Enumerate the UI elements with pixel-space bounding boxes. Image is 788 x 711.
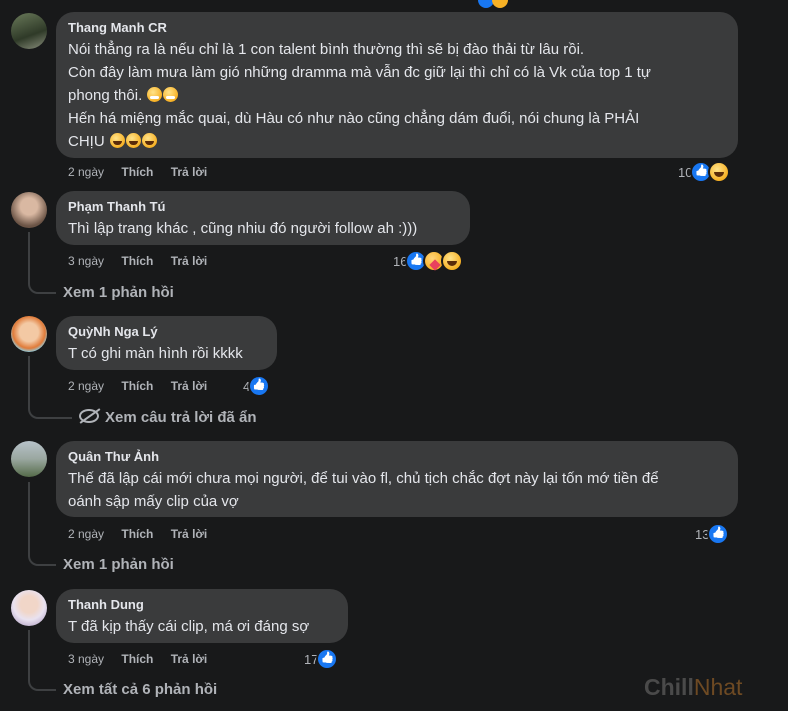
view-hidden-replies-link[interactable]: Xem câu trả lời đã ẩn bbox=[79, 409, 257, 426]
reply-button[interactable]: Trả lời bbox=[171, 379, 208, 393]
avatar[interactable] bbox=[11, 316, 47, 352]
comment-bubble: QuỳNh Nga Lý T có ghi màn hình rồi kkkk bbox=[56, 316, 277, 370]
previous-comment-reactions[interactable] bbox=[478, 0, 518, 8]
rofl-emoji-icon bbox=[109, 133, 125, 148]
reply-button[interactable]: Trả lời bbox=[171, 254, 208, 268]
thread-connector bbox=[28, 232, 56, 294]
haha-reaction-icon bbox=[708, 161, 731, 183]
comment-author[interactable]: QuỳNh Nga Lý bbox=[68, 324, 265, 340]
avatar[interactable] bbox=[11, 441, 47, 477]
reaction-summary[interactable]: 10 bbox=[678, 161, 731, 183]
comment-actions: 2 ngày Thích Trả lời bbox=[68, 379, 221, 393]
comment-time[interactable]: 3 ngày bbox=[68, 254, 104, 268]
comment-author[interactable]: Quân Thư Ảnh bbox=[68, 449, 726, 465]
view-replies-link[interactable]: Xem 1 phản hồi bbox=[63, 556, 174, 573]
like-button[interactable]: Thích bbox=[121, 165, 153, 179]
comment-text: T đã kịp thấy cái clip, má ơi đáng sợ bbox=[68, 615, 336, 638]
reply-button[interactable]: Trả lời bbox=[171, 165, 208, 179]
like-reaction-icon bbox=[316, 648, 339, 670]
comment-line: Còn đây làm mưa làm gió những dramma mà … bbox=[68, 64, 651, 81]
reaction-summary[interactable]: 4 bbox=[243, 375, 271, 397]
view-hidden-replies-label: Xem câu trả lời đã ẩn bbox=[105, 409, 257, 426]
rofl-emoji-icon bbox=[141, 133, 157, 148]
comment-line: Thì lập trang khác , cũng nhiu đó người … bbox=[68, 220, 418, 237]
comment-author[interactable]: Thang Manh CR bbox=[68, 20, 726, 36]
thread-connector bbox=[28, 630, 56, 691]
comment-author[interactable]: Thanh Dung bbox=[68, 597, 336, 613]
comment-line: CHỊU bbox=[68, 130, 726, 153]
comment-text: Thì lập trang khác , cũng nhiu đó người … bbox=[68, 217, 458, 240]
like-button[interactable]: Thích bbox=[121, 379, 153, 393]
watermark-part2: Nhat bbox=[693, 674, 743, 700]
watermark-logo: ChillNhat bbox=[644, 674, 742, 701]
comment-text: T có ghi màn hình rồi kkkk bbox=[68, 342, 265, 365]
comment-line: oánh sập mấy clip của vợ bbox=[68, 493, 239, 510]
comment-actions: 3 ngày Thích Trả lời bbox=[68, 254, 221, 268]
comment-time[interactable]: 2 ngày bbox=[68, 379, 104, 393]
like-reaction-icon bbox=[707, 523, 730, 545]
comment-line: Hến há miệng mắc quai, dù Hàu có như nào… bbox=[68, 110, 640, 127]
comment-line: Thế đã lập cái mới chưa mọi người, để tu… bbox=[68, 470, 659, 487]
like-button[interactable]: Thích bbox=[121, 254, 153, 268]
rofl-emoji-icon bbox=[125, 133, 141, 148]
comment-line-text: CHỊU bbox=[68, 133, 105, 150]
like-button[interactable]: Thích bbox=[121, 652, 153, 666]
reply-button[interactable]: Trả lời bbox=[171, 652, 208, 666]
comment-line: Nói thẳng ra là nếu chỉ là 1 con talent … bbox=[68, 41, 585, 58]
view-all-replies-link[interactable]: Xem tất cả 6 phản hồi bbox=[63, 681, 217, 698]
comment-time[interactable]: 2 ngày bbox=[68, 527, 104, 541]
grin-emoji-icon bbox=[163, 87, 179, 102]
comment-bubble: Thang Manh CR Nói thẳng ra là nếu chỉ là… bbox=[56, 12, 738, 158]
haha-reaction-icon bbox=[492, 0, 508, 8]
comment-actions: 2 ngày Thích Trả lời bbox=[68, 165, 221, 179]
comment-time[interactable]: 3 ngày bbox=[68, 652, 104, 666]
thread-connector bbox=[28, 356, 72, 419]
comment-author[interactable]: Phạm Thanh Tú bbox=[68, 199, 458, 215]
avatar[interactable] bbox=[11, 192, 47, 228]
comment-bubble: Quân Thư Ảnh Thế đã lập cái mới chưa mọi… bbox=[56, 441, 738, 517]
comment-bubble: Phạm Thanh Tú Thì lập trang khác , cũng … bbox=[56, 191, 470, 245]
avatar[interactable] bbox=[11, 590, 47, 626]
comment-line-text: phong thôi. bbox=[68, 87, 143, 104]
comment-actions: 3 ngày Thích Trả lời bbox=[68, 652, 221, 666]
like-reaction-icon bbox=[248, 375, 271, 397]
view-replies-link[interactable]: Xem 1 phản hồi bbox=[63, 284, 174, 301]
comment-time[interactable]: 2 ngày bbox=[68, 165, 104, 179]
reply-button[interactable]: Trả lời bbox=[171, 527, 208, 541]
watermark-part1: Chill bbox=[644, 674, 694, 700]
comment-actions: 2 ngày Thích Trả lời bbox=[68, 527, 221, 541]
comment-line: T đã kịp thấy cái clip, má ơi đáng sợ bbox=[68, 618, 310, 635]
grin-emoji-icon bbox=[147, 87, 163, 102]
avatar[interactable] bbox=[11, 13, 47, 49]
haha-reaction-icon bbox=[441, 250, 464, 272]
comment-bubble: Thanh Dung T đã kịp thấy cái clip, má ơi… bbox=[56, 589, 348, 643]
like-button[interactable]: Thích bbox=[121, 527, 153, 541]
hidden-eye-icon bbox=[79, 409, 99, 423]
comment-line: phong thôi. bbox=[68, 84, 726, 107]
reaction-summary[interactable]: 13 bbox=[695, 523, 730, 545]
reaction-summary[interactable]: 16 bbox=[393, 250, 464, 272]
comment-text: Nói thẳng ra là nếu chỉ là 1 con talent … bbox=[68, 38, 726, 153]
comment-line: T có ghi màn hình rồi kkkk bbox=[68, 345, 243, 362]
reaction-summary[interactable]: 17 bbox=[304, 648, 339, 670]
thread-connector bbox=[28, 482, 56, 566]
comment-text: Thế đã lập cái mới chưa mọi người, để tu… bbox=[68, 467, 726, 513]
